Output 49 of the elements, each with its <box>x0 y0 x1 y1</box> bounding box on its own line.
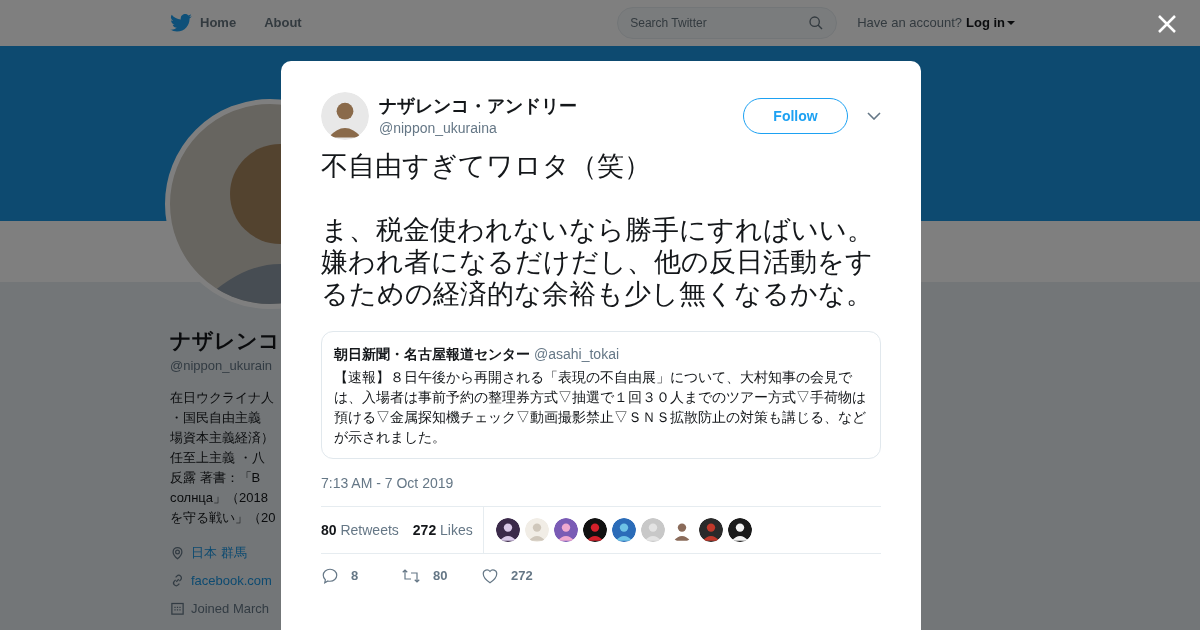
avatar <box>582 518 607 542</box>
reply-icon <box>321 567 339 585</box>
stat-link[interactable]: 80 Retweets <box>321 519 399 541</box>
author-name[interactable]: ナザレンコ・アンドリー <box>379 93 577 118</box>
avatar <box>727 518 752 542</box>
joined-date: Joined March <box>191 599 270 618</box>
location-text: 日本 群馬 <box>191 543 247 562</box>
reply-button[interactable]: 8 <box>321 566 401 586</box>
profile-handle: @nippon_ukurain <box>170 357 274 375</box>
bio-line: ・国民自由主義 <box>170 408 262 427</box>
bio-line: солнца」（2018 <box>170 488 269 507</box>
avatar <box>611 518 636 542</box>
caret-icon <box>1007 20 1015 26</box>
bio-line: 任至上主義 ・八 <box>170 448 266 467</box>
avatar <box>698 518 723 542</box>
bio-line: 在日ウクライナ人 <box>170 388 275 407</box>
tweet-text: ま、税金使われないなら勝手にすればいい。嫌われ者になるだけだし、他の反日活動をするための経済的な余裕も少し無くなるかな。 <box>321 214 875 310</box>
retweet-icon <box>401 567 421 585</box>
avatar <box>640 518 665 542</box>
location-pin-icon <box>170 545 185 560</box>
link-icon <box>170 573 185 588</box>
heart-icon <box>481 567 499 585</box>
calendar-icon <box>170 601 185 616</box>
bio-line: 場資本主義経済） <box>170 428 275 447</box>
tweet-timestamp[interactable]: 7:13 AM - 7 Oct 2019 <box>321 473 454 494</box>
avatar <box>524 518 549 542</box>
author-handle[interactable]: @nippon_ukuraina <box>379 117 577 139</box>
close-icon[interactable] <box>1157 14 1177 34</box>
account-prompt: Have an account? <box>857 14 962 33</box>
like-button[interactable]: 272 <box>481 566 561 586</box>
avatar <box>495 518 520 542</box>
search-icon <box>808 15 825 31</box>
quoted-tweet-text: 【速報】８日午後から再開される「表現の不自由展」について、大村知事の会見では、入場者は事前予約の整理券方式▽抽選で１回３０人までのツアー方式▽手荷物は預ける▽金属探知機チェック▽動画撮影禁止▽ＳＮＳ拡散防止の対策も講じる、などが示されました。 <box>334 368 867 447</box>
avatar <box>553 518 578 542</box>
quoted-author-handle: @asahi_tokai <box>534 345 620 364</box>
quoted-author-name: 朝日新聞・名古屋報道センター <box>334 345 530 364</box>
chevron-down-icon[interactable] <box>867 112 881 120</box>
nav-link[interactable]: Home <box>200 13 237 33</box>
bio-line: を守る戦い」（20 <box>170 508 277 527</box>
retweet-button[interactable]: 80 <box>401 566 481 586</box>
bio-line: 反露 著書：「В <box>170 468 262 487</box>
stat-link[interactable]: 272 Likes <box>412 519 473 541</box>
avatar <box>321 92 369 140</box>
nav-link[interactable]: About <box>264 13 302 33</box>
search-field[interactable]: Search Twitter <box>617 7 838 39</box>
login-link[interactable]: Log in <box>966 13 1005 33</box>
quoted-tweet[interactable]: 朝日新聞・名古屋報道センター @asahi_tokai 【速報】８日午後から再開される「表現の不自由展」について、大村知事の会見では、入場者は事前予約の整理券方式▽抽選で１回３０人までのツアー方式▽手荷物は預ける▽金属探知機チェック▽動画撮影禁止▽ＳＮＳ拡散防止の対策も講じる、などが示されました。 <box>321 331 881 459</box>
profile-name: ナザレンコ <box>170 328 281 354</box>
tweet-text: 不自由すぎてワロタ（笑） <box>321 150 652 182</box>
